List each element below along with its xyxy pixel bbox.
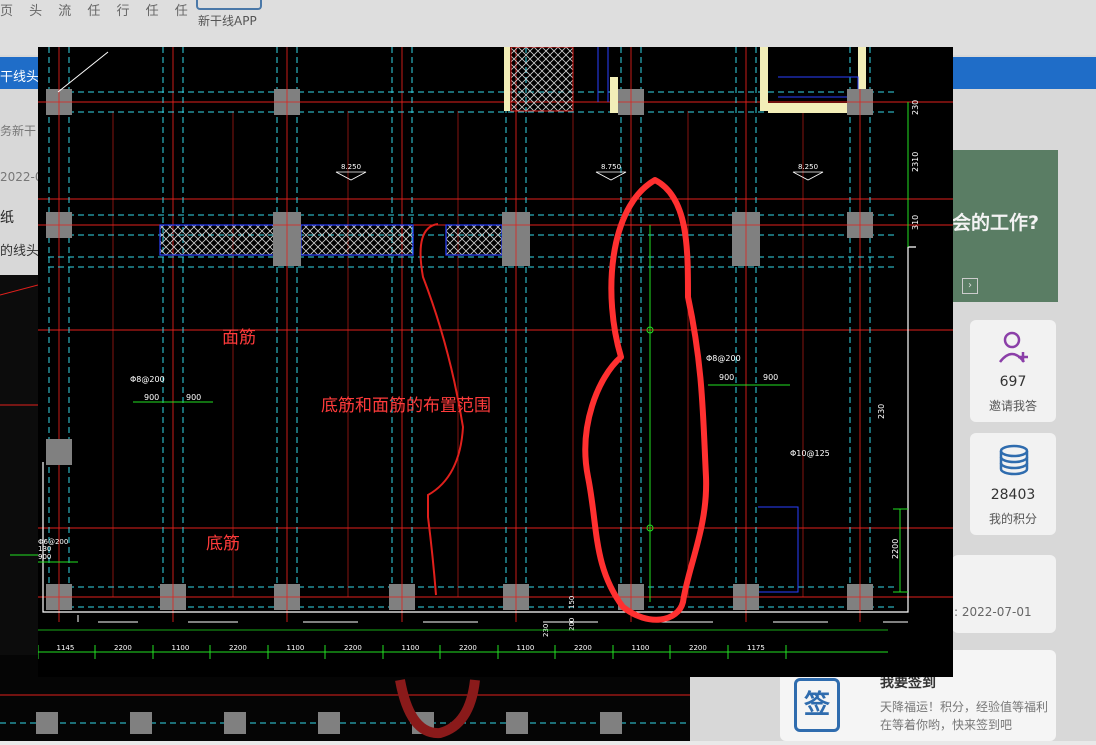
dim-label: 2200 xyxy=(229,644,247,652)
hatched-slab-3 xyxy=(445,224,503,256)
hatched-slab-2 xyxy=(300,224,414,256)
rebar-label: Φ8@200 xyxy=(130,375,165,384)
slab-boundary xyxy=(42,246,916,613)
boundary-notches xyxy=(77,615,908,623)
column xyxy=(46,439,72,465)
elevation-marks: 8.250 8.750 8.250 xyxy=(335,163,824,181)
sign-in-icon[interactable]: 签 xyxy=(794,678,840,732)
dim-label: 1175 xyxy=(747,644,765,652)
left-date-fragment: 2022-0 xyxy=(0,170,43,184)
structural-plan: 8.250 8.750 8.250 Φ8@200 Φ8@200 Φ10@125 Φ6… xyxy=(38,47,953,659)
cad-drawing-image[interactable]: 8.250 8.750 8.250 Φ8@200 Φ8@200 Φ10@125 Φ6… xyxy=(38,47,953,677)
left-title-fragment[interactable]: 纸 xyxy=(0,207,14,227)
wall-segment xyxy=(610,77,618,113)
elevation-symbol xyxy=(335,171,367,181)
drawing-fragment-left xyxy=(0,284,39,556)
bottom-rebar-annotation: 底筋 xyxy=(206,534,240,554)
dim-label: 1100 xyxy=(172,644,190,652)
elevation-value: 8.750 xyxy=(601,163,621,171)
dim-label: 2200 xyxy=(459,644,477,652)
top-menu[interactable]: 页 头 流 任 行 任 任 xyxy=(0,0,194,19)
hatched-slab-1 xyxy=(159,224,276,256)
spacing-label: 900 xyxy=(719,373,734,382)
invite-count: 697 xyxy=(999,374,1027,390)
app-logo-icon xyxy=(196,0,262,10)
right-dim: 2310 xyxy=(911,152,920,172)
banner-next-icon[interactable]: › xyxy=(962,278,978,294)
beam-lines xyxy=(48,47,898,608)
range-annotation: 底筋和面筋的布置范围 xyxy=(321,396,491,416)
ad-banner[interactable]: 会的工作? › xyxy=(952,150,1058,302)
registration-date: : 2022-07-01 xyxy=(954,605,1032,619)
dim-label: 1145 xyxy=(57,644,75,652)
dim-label: 1100 xyxy=(287,644,305,652)
coins-icon xyxy=(999,444,1029,476)
nav-bar-title[interactable]: 干线头 xyxy=(0,66,39,85)
registration-date-card: : 2022-07-01 xyxy=(952,555,1056,633)
right-dim: 230 xyxy=(877,404,886,419)
points-count: 28403 xyxy=(990,487,1036,503)
small-dim: 130 xyxy=(38,545,51,553)
small-dim: 150 xyxy=(568,596,576,609)
axis-grid-lines xyxy=(38,47,953,622)
banner-text: 会的工作? xyxy=(952,212,1040,234)
rebar-label: Φ10@125 xyxy=(790,449,830,458)
drawing-edge-left xyxy=(0,275,39,665)
invite-label: 邀请我答 xyxy=(988,399,1037,413)
wall-segment xyxy=(768,103,858,113)
break-line xyxy=(57,51,109,93)
sign-in-description: 天降福运！积分，经验值等福利在等着你哟，快来签到吧 xyxy=(880,700,1049,732)
right-dim: 310 xyxy=(911,215,920,230)
spacing-label: 900 xyxy=(186,393,201,402)
dim-label: 1100 xyxy=(632,644,650,652)
spacing-label: 900 xyxy=(38,553,51,561)
hatched-stair xyxy=(510,47,574,112)
elevation-value: 8.250 xyxy=(798,163,818,171)
elevation-value: 8.250 xyxy=(341,163,361,171)
spacing-label: 900 xyxy=(763,373,778,382)
dim-label: 2200 xyxy=(114,644,132,652)
invite-answer-card[interactable]: 697 邀请我答 xyxy=(970,320,1056,422)
dim-label: 2200 xyxy=(574,644,592,652)
app-download-link[interactable]: 新干线APP xyxy=(198,12,257,29)
dim-label: 2200 xyxy=(689,644,707,652)
my-points-card[interactable]: 28403 我的积分 xyxy=(970,433,1056,535)
dim-label: 1100 xyxy=(402,644,420,652)
dim-label: 1100 xyxy=(517,644,535,652)
wall-segment xyxy=(760,47,768,111)
user-plus-icon xyxy=(999,331,1028,363)
small-dim: 200 xyxy=(568,618,576,631)
left-text-fragment: 务新干 xyxy=(0,124,37,138)
right-dim: 2200 xyxy=(891,539,900,559)
points-label: 我的积分 xyxy=(988,512,1037,526)
right-dim: 230 xyxy=(911,100,920,115)
wall-segment xyxy=(504,47,510,111)
top-rebar-annotation: 面筋 xyxy=(222,328,256,348)
left-text-fragment: 的线头 xyxy=(0,244,40,259)
blue-outline xyxy=(597,47,859,593)
dim-label: 2200 xyxy=(344,644,362,652)
column-group xyxy=(46,89,873,610)
rebar-label: Φ8@200 xyxy=(706,354,741,363)
elevation-symbol xyxy=(792,171,824,181)
spacing-label: 900 xyxy=(144,393,159,402)
